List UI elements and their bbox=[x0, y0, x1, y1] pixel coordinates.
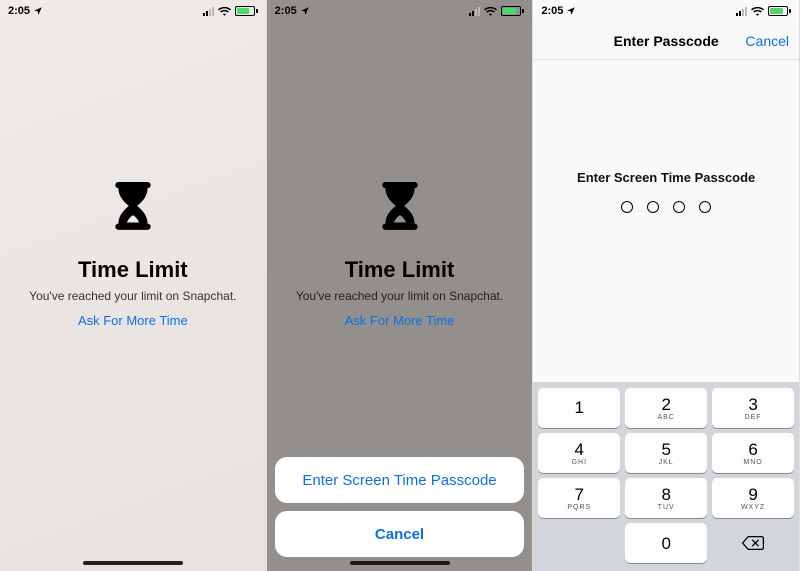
status-bar: 2:05 bbox=[533, 0, 799, 22]
passcode-prompt: Enter Screen Time Passcode bbox=[577, 170, 755, 185]
passcode-dot bbox=[699, 201, 711, 213]
backspace-key[interactable] bbox=[712, 523, 794, 563]
key-blank bbox=[538, 523, 620, 563]
signal-icon bbox=[736, 6, 747, 16]
status-bar: 2:05 bbox=[267, 0, 533, 22]
key-6[interactable]: 6MNO bbox=[712, 433, 794, 473]
key-5[interactable]: 5JKL bbox=[625, 433, 707, 473]
numeric-keypad: 1 2ABC 3DEF 4GHI 5JKL 6MNO 7PQRS 8TUV 9W… bbox=[533, 382, 799, 571]
time-limit-title: Time Limit bbox=[78, 257, 188, 283]
enter-passcode-button[interactable]: Enter Screen Time Passcode bbox=[275, 457, 525, 503]
status-bar: 2:05 bbox=[0, 0, 266, 22]
battery-icon bbox=[501, 6, 524, 16]
home-indicator[interactable] bbox=[83, 561, 183, 565]
status-time: 2:05 bbox=[275, 5, 297, 17]
key-7[interactable]: 7PQRS bbox=[538, 478, 620, 518]
key-4[interactable]: 4GHI bbox=[538, 433, 620, 473]
time-limit-body: Time Limit You've reached your limit on … bbox=[0, 22, 266, 571]
battery-icon bbox=[235, 6, 258, 16]
ask-for-more-time-link[interactable]: Ask For More Time bbox=[345, 313, 455, 328]
action-sheet: Enter Screen Time Passcode Cancel bbox=[275, 457, 525, 557]
key-8[interactable]: 8TUV bbox=[625, 478, 707, 518]
key-9[interactable]: 9WXYZ bbox=[712, 478, 794, 518]
passcode-dot bbox=[621, 201, 633, 213]
key-0[interactable]: 0 bbox=[625, 523, 707, 563]
screen-time-limit-actionsheet: 2:05 Time Limit You've reached your limi… bbox=[267, 0, 534, 571]
location-icon bbox=[33, 6, 43, 16]
time-limit-title: Time Limit bbox=[345, 257, 455, 283]
battery-icon bbox=[768, 6, 791, 16]
nav-header: Enter Passcode Cancel bbox=[533, 22, 799, 60]
key-2[interactable]: 2ABC bbox=[625, 388, 707, 428]
wifi-icon bbox=[751, 6, 764, 16]
key-1[interactable]: 1 bbox=[538, 388, 620, 428]
location-icon bbox=[566, 6, 576, 16]
wifi-icon bbox=[484, 6, 497, 16]
passcode-dot bbox=[647, 201, 659, 213]
status-time: 2:05 bbox=[8, 5, 30, 17]
signal-icon bbox=[469, 6, 480, 16]
nav-title: Enter Passcode bbox=[614, 33, 719, 49]
passcode-dots bbox=[621, 201, 711, 213]
ask-for-more-time-link[interactable]: Ask For More Time bbox=[78, 313, 188, 328]
screen-enter-passcode: 2:05 Enter Passcode Cancel Enter Screen … bbox=[533, 0, 800, 571]
hourglass-icon bbox=[379, 182, 421, 239]
cancel-button[interactable]: Cancel bbox=[745, 33, 789, 49]
signal-icon bbox=[203, 6, 214, 16]
key-3[interactable]: 3DEF bbox=[712, 388, 794, 428]
time-limit-subtitle: You've reached your limit on Snapchat. bbox=[296, 289, 503, 303]
location-icon bbox=[300, 6, 310, 16]
screen-time-limit: 2:05 Time Limit You've reached your limi… bbox=[0, 0, 267, 571]
status-time: 2:05 bbox=[541, 5, 563, 17]
hourglass-icon bbox=[112, 182, 154, 239]
wifi-icon bbox=[218, 6, 231, 16]
cancel-button[interactable]: Cancel bbox=[275, 511, 525, 557]
passcode-dot bbox=[673, 201, 685, 213]
home-indicator[interactable] bbox=[350, 561, 450, 565]
passcode-area: Enter Screen Time Passcode bbox=[533, 60, 799, 382]
time-limit-subtitle: You've reached your limit on Snapchat. bbox=[29, 289, 236, 303]
